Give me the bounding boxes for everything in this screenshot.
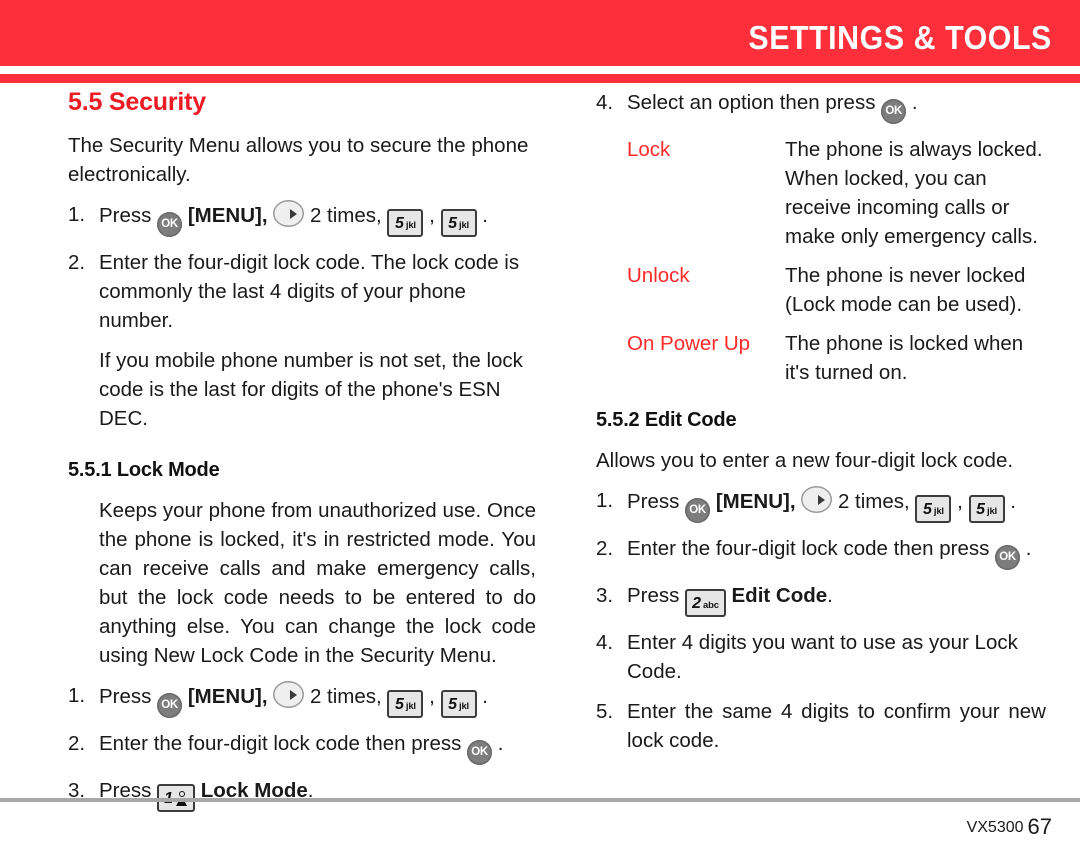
keypad-key-5-icon: 5 jkl — [387, 209, 424, 237]
footer-divider — [0, 798, 1080, 802]
keypad-key-5-icon: 5 jkl — [915, 495, 952, 523]
nav-right-key-icon — [273, 681, 305, 708]
header-accent-rule — [0, 74, 1080, 83]
page-number: 67 — [1027, 814, 1052, 839]
step-number: 2. — [68, 251, 86, 274]
step-item: 3. Press 1 Lock Mode. — [68, 776, 536, 812]
step-item: 5. Enter the same 4 digits to confirm yo… — [596, 697, 1046, 755]
step-trailing: . — [1010, 490, 1016, 513]
option-term: On Power Up — [627, 332, 751, 355]
menu-item-label: Edit Code — [731, 584, 828, 607]
nav-right-key-icon — [273, 200, 305, 227]
subsection-title: 5.5.2 Edit Code — [596, 409, 737, 431]
option-term: Lock — [627, 138, 671, 161]
step-text: Select an option then press — [627, 91, 876, 114]
step-trailing: . — [827, 584, 833, 607]
step-text: Enter the four-digit lock code then pres… — [99, 732, 462, 755]
page-title: SETTINGS & TOOLS — [748, 19, 1052, 56]
ok-key-icon: OK — [995, 545, 1021, 570]
step-number: 1. — [596, 489, 614, 512]
step-continuation-text: If you mobile phone number is not set, t… — [99, 349, 523, 430]
keypad-key-5-icon: 5 jkl — [968, 495, 1005, 523]
step-item: 2. Enter the four-digit lock code then p… — [596, 534, 1046, 570]
step-item: 4. Select an option then press OK . — [596, 88, 1046, 124]
step-item: 2. Enter the four-digit lock code then p… — [68, 729, 536, 765]
step-text: Press — [627, 584, 680, 607]
option-description: The phone is locked when it's turned on. — [785, 332, 1024, 384]
step-number: 4. — [596, 631, 614, 654]
keypad-key-5-icon: 5 jkl — [387, 690, 424, 718]
header-band: SETTINGS & TOOLS — [0, 0, 1080, 66]
intro-paragraph: The Security Menu allows you to secure t… — [68, 134, 529, 186]
menu-label: [MENU], — [715, 490, 796, 513]
footer: VX5300 67 — [967, 814, 1052, 840]
step-number: 2. — [596, 537, 614, 560]
keypad-key-5-icon: 5 jkl — [440, 690, 477, 718]
menu-label: [MENU], — [187, 204, 268, 227]
option-description: The phone is never locked (Lock mode can… — [785, 264, 1026, 316]
section-title: 5.5 Security — [68, 88, 206, 116]
step-continuation: If you mobile phone number is not set, t… — [68, 346, 536, 433]
step-text: Enter the four-digit lock code then pres… — [627, 537, 990, 560]
step-item: 1. Press OK [MENU], 2 times, 5 jkl , 5 jkl… — [68, 681, 536, 718]
keypad-key-5-icon: 5 jkl — [440, 209, 477, 237]
nav-right-key-icon — [801, 486, 833, 513]
ok-key-icon: OK — [881, 99, 907, 124]
step-trailing: . — [497, 732, 504, 755]
lock-mode-text: Keeps your phone from unauthorized use. … — [99, 499, 536, 667]
step-text: Enter the same 4 digits to confirm your … — [627, 700, 1046, 752]
step-trailing: . — [911, 91, 918, 114]
step-item: 4. Enter 4 digits you want to use as you… — [596, 628, 1046, 686]
keypad-key-2-icon: 2 abc — [685, 589, 726, 617]
step-text: Press — [99, 685, 152, 708]
ok-key-icon: OK — [467, 740, 493, 765]
step-trailing: . — [482, 204, 488, 227]
list-item: Lock The phone is always locked. When lo… — [627, 135, 1046, 251]
step-trailing: . — [482, 685, 488, 708]
ok-key-icon: OK — [685, 498, 711, 523]
step-number: 1. — [68, 684, 86, 707]
list-item: Unlock The phone is never locked (Lock m… — [627, 261, 1046, 319]
option-term: Unlock — [627, 264, 690, 287]
ok-key-icon: OK — [157, 212, 183, 237]
times-label: 2 times, — [309, 685, 382, 708]
model-name: VX5300 — [966, 819, 1024, 836]
step-text: Enter the four-digit lock code. The lock… — [99, 251, 520, 332]
step-text: Press — [627, 490, 680, 513]
step-number: 5. — [596, 700, 614, 723]
list-item: On Power Up The phone is locked when it'… — [627, 329, 1046, 387]
step-text: Press — [99, 204, 152, 227]
step-item: 1. Press OK [MENU], 2 times, 5 jkl , 5 jkl… — [68, 200, 536, 237]
page-body: 5.5 Security The Security Menu allows yo… — [0, 83, 1080, 812]
lock-options-list: Lock The phone is always locked. When lo… — [596, 135, 1046, 387]
step-item: 3. Press 2 abc Edit Code. — [596, 581, 1046, 617]
step-item: 1. Press OK [MENU], 2 times, 5 jkl , 5 jkl… — [596, 486, 1046, 523]
lock-mode-paragraph: Keeps your phone from unauthorized use. … — [68, 496, 536, 670]
left-column: 5.5 Security The Security Menu allows yo… — [68, 83, 536, 823]
option-description: The phone is always locked. When locked,… — [785, 138, 1043, 248]
step-number: 3. — [596, 584, 614, 607]
step-item: 2. Enter the four-digit lock code. The l… — [68, 248, 536, 335]
step-trailing: . — [1025, 537, 1032, 560]
step-number: 4. — [596, 91, 614, 114]
right-column: 4. Select an option then press OK . Lock… — [596, 83, 1046, 766]
menu-label: [MENU], — [187, 685, 268, 708]
times-label: 2 times, — [837, 490, 910, 513]
times-label: 2 times, — [309, 204, 382, 227]
edit-code-intro: Allows you to enter a new four-digit loc… — [596, 449, 1014, 472]
step-text: Enter 4 digits you want to use as your L… — [627, 631, 1018, 683]
ok-key-icon: OK — [157, 693, 183, 718]
subsection-title: 5.5.1 Lock Mode — [68, 459, 220, 481]
step-number: 1. — [68, 203, 86, 226]
step-number: 2. — [68, 732, 86, 755]
